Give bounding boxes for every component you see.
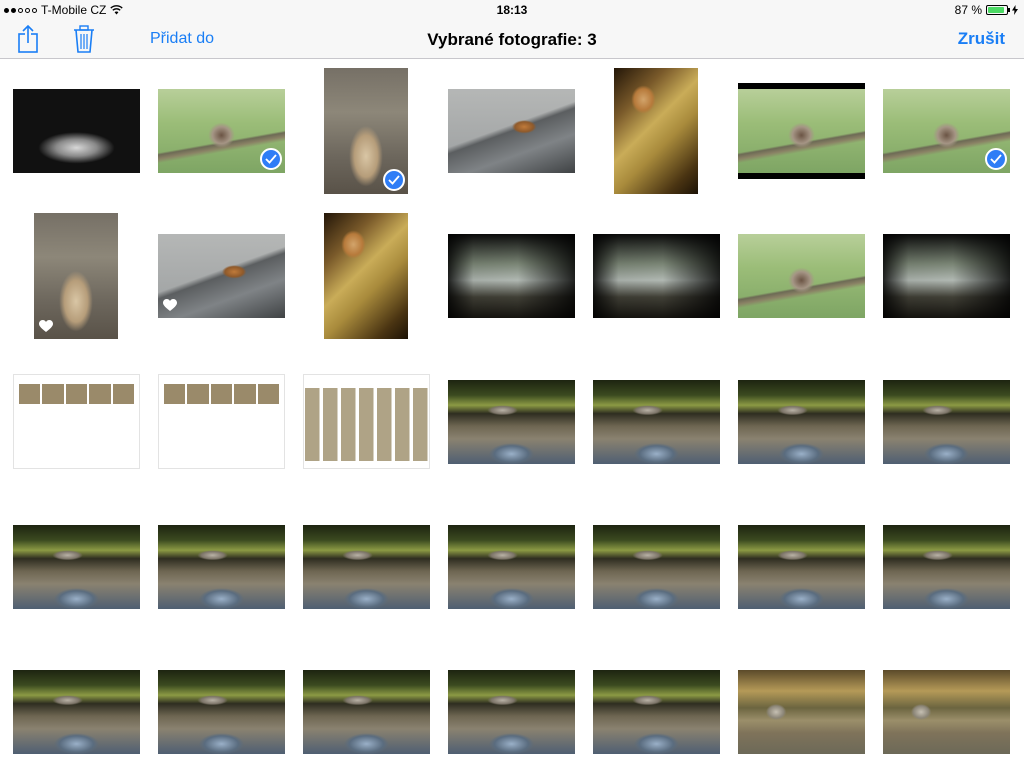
photo-thumbnail[interactable] [883,670,1010,754]
photo-thumbnail[interactable] [303,670,430,754]
selected-checkmark-icon [260,148,282,170]
add-to-button[interactable]: Přidat do [150,30,214,48]
photo-thumbnail[interactable] [738,380,865,464]
photo-thumbnail[interactable] [614,68,698,194]
favorite-heart-icon [163,299,179,315]
photo-thumbnail[interactable] [34,213,118,339]
photo-thumbnail[interactable] [13,670,140,754]
status-bar: T-Mobile CZ 18:13 87 % [0,0,1024,20]
share-icon [18,24,38,53]
photo-thumbnail[interactable] [883,380,1010,464]
photo-thumbnail[interactable] [448,525,575,609]
photo-thumbnail[interactable] [738,525,865,609]
photo-thumbnail[interactable] [738,670,865,754]
photo-thumbnail[interactable] [324,213,408,339]
photo-thumbnail[interactable] [303,374,430,469]
photo-thumbnail[interactable] [883,89,1010,173]
photo-thumbnail[interactable] [448,234,575,318]
photo-thumbnail[interactable] [303,525,430,609]
charging-icon [1012,5,1018,15]
selected-checkmark-icon [985,148,1007,170]
photo-thumbnail[interactable] [158,670,285,754]
trash-icon [74,25,94,53]
photo-thumbnail[interactable] [158,89,285,173]
battery-icon [986,5,1010,15]
photo-thumbnail[interactable] [738,83,865,179]
photo-thumbnail[interactable] [158,525,285,609]
share-button[interactable] [13,24,43,54]
photo-thumbnail[interactable] [593,525,720,609]
clock: 18:13 [496,3,528,17]
photo-thumbnail[interactable] [738,234,865,318]
photo-thumbnail[interactable] [158,374,285,469]
screenshot-content [305,388,428,461]
favorite-heart-icon [39,320,55,336]
battery-fill [988,7,1004,13]
photo-thumbnail[interactable] [883,525,1010,609]
photo-thumbnail[interactable] [593,234,720,318]
status-right: 87 % [955,3,1018,17]
photo-thumbnail[interactable] [158,234,285,318]
photo-thumbnail[interactable] [324,68,408,194]
photo-thumbnail[interactable] [13,89,140,173]
photo-thumbnail[interactable] [448,380,575,464]
photo-image [738,89,865,173]
trash-button[interactable] [69,24,99,54]
selected-checkmark-icon [383,169,405,191]
photo-thumbnail[interactable] [593,670,720,754]
screenshot-content [19,384,135,404]
photo-thumbnail[interactable] [593,380,720,464]
photo-thumbnail[interactable] [448,89,575,173]
photo-thumbnail[interactable] [448,670,575,754]
cancel-button[interactable]: Zrušit [958,29,1005,49]
screenshot-content [164,384,280,404]
battery-percent: 87 % [954,3,982,17]
photo-thumbnail[interactable] [883,234,1010,318]
navigation-bar: Přidat do Vybrané fotografie: 3 Zrušit [0,20,1024,59]
photo-thumbnail[interactable] [13,374,140,469]
photo-thumbnail[interactable] [13,525,140,609]
